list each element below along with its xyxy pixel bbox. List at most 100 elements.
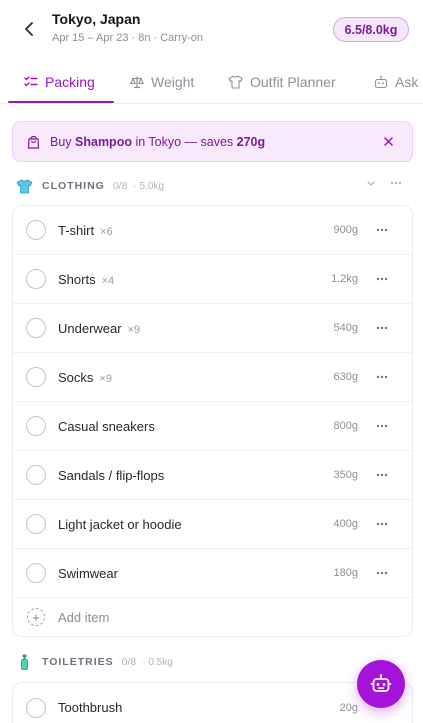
item-checkbox[interactable]	[26, 697, 46, 718]
item-name-line: Swimwear	[58, 566, 118, 581]
item-more-button[interactable]	[374, 222, 390, 238]
shopping-bag-icon	[27, 135, 40, 149]
list-item[interactable]: Casual sneakers 800g	[13, 402, 412, 451]
item-name: Toothbrush	[58, 700, 123, 715]
category-count: 0/8	[121, 656, 137, 668]
item-more-button[interactable]	[374, 516, 390, 532]
scale-icon	[130, 76, 144, 88]
more-icon	[376, 424, 388, 428]
list-item[interactable]: Swimwear 180g	[13, 549, 412, 598]
list-item[interactable]: Socks ×9 630g	[13, 353, 412, 402]
category-count: 0/8	[112, 180, 128, 192]
item-name: Sandals / flip-flops	[58, 467, 165, 483]
active-tab-indicator	[8, 101, 114, 103]
checklist-icon	[24, 75, 38, 86]
add-item-button[interactable]: + Add item	[13, 598, 412, 636]
item-checkbox[interactable]	[26, 416, 46, 436]
tab-label: Outfit Planner	[250, 73, 336, 90]
item-checkbox[interactable]	[26, 220, 46, 240]
item-checkbox[interactable]	[26, 367, 46, 387]
add-item-label: Add item	[58, 609, 110, 625]
item-name: Swimwear	[58, 565, 118, 581]
item-weight: 400g	[333, 518, 358, 530]
item-name-line: Sandals / flip-flops	[58, 468, 164, 483]
more-icon	[376, 522, 388, 526]
more-icon	[376, 571, 388, 575]
item-more-button[interactable]	[374, 565, 390, 581]
item-qty: ×4	[101, 274, 115, 287]
category-actions	[366, 178, 402, 188]
trip-title: Tokyo, Japan	[52, 11, 141, 27]
category-header-toiletries[interactable]: TOILETRIES 0/8 · 0.5kg	[16, 654, 408, 670]
item-name: Light jacket or hoodie	[58, 516, 182, 532]
item-weight: 540g	[333, 322, 358, 334]
plus-icon: +	[27, 608, 45, 626]
item-qty: ×6	[100, 225, 113, 238]
list-item[interactable]: Toothbrush 20g	[13, 683, 412, 723]
tab-bar: Packing Weight Outfit Planner Ask	[0, 60, 423, 104]
item-checkbox[interactable]	[26, 563, 46, 583]
banner-text: Buy Shampoo in Tokyo — saves 270g	[50, 135, 265, 149]
close-icon	[383, 136, 393, 146]
weight-badge[interactable]: 6.5/8.0kg	[333, 17, 409, 42]
list-item[interactable]: Light jacket or hoodie 400g	[13, 500, 412, 549]
item-weight: 350g	[333, 469, 358, 481]
tab-outfit-planner[interactable]: Outfit Planner	[228, 60, 336, 103]
item-name-line: Casual sneakers	[58, 419, 155, 434]
more-icon[interactable]	[390, 181, 402, 185]
assistant-fab-button[interactable]	[357, 660, 405, 708]
more-icon	[376, 375, 388, 379]
category-weight: · 0.5kg	[142, 656, 173, 668]
item-name: Shorts	[58, 271, 96, 287]
item-name-line: Shorts ×4	[58, 272, 114, 287]
more-icon	[376, 277, 388, 281]
item-name: Casual sneakers	[58, 418, 155, 434]
robot-icon	[374, 75, 388, 88]
list-item[interactable]: Shorts ×4 1.2kg	[13, 255, 412, 304]
dismiss-banner-button[interactable]	[380, 133, 396, 149]
item-checkbox[interactable]	[26, 318, 46, 338]
chevron-left-icon	[25, 22, 33, 36]
tab-ask[interactable]: Ask	[374, 60, 418, 103]
item-name-line: Underwear ×9	[58, 321, 140, 336]
more-icon	[376, 326, 388, 330]
item-checkbox[interactable]	[26, 269, 46, 289]
item-name: T-shirt	[58, 222, 95, 238]
banner-item: Shampoo	[75, 134, 132, 149]
tab-label: Weight	[151, 73, 195, 90]
category-name: TOILETRIES	[42, 656, 114, 668]
item-more-button[interactable]	[374, 369, 390, 385]
robot-icon	[370, 674, 392, 692]
item-checkbox[interactable]	[26, 514, 46, 534]
item-more-button[interactable]	[374, 418, 390, 434]
tab-weight[interactable]: Weight	[130, 60, 194, 103]
item-weight: 900g	[333, 224, 358, 236]
item-weight: 1.2kg	[331, 273, 358, 285]
banner-prefix: Buy	[50, 134, 76, 149]
list-item[interactable]: Sandals / flip-flops 350g	[13, 451, 412, 500]
item-qty: ×9	[127, 323, 141, 336]
shopping-tip-banner: Buy Shampoo in Tokyo — saves 270g	[12, 121, 413, 162]
chevron-down-icon[interactable]	[366, 178, 376, 188]
tab-packing[interactable]: Packing	[24, 60, 95, 103]
item-name-line: T-shirt ×6	[58, 223, 113, 238]
item-weight: 800g	[333, 420, 358, 432]
item-weight: 20g	[339, 701, 358, 714]
item-name: Socks	[58, 369, 94, 385]
shirt-icon	[228, 75, 243, 89]
item-more-button[interactable]	[374, 271, 390, 287]
banner-middle: in Tokyo — saves	[131, 134, 237, 149]
tshirt-icon	[16, 179, 33, 193]
back-button[interactable]	[18, 16, 40, 42]
category-card-toiletries: Toothbrush 20g	[12, 682, 413, 723]
item-more-button[interactable]	[374, 467, 390, 483]
item-more-button[interactable]	[374, 320, 390, 336]
item-checkbox[interactable]	[26, 465, 46, 485]
banner-savings: 270g	[236, 134, 266, 149]
more-icon	[376, 473, 388, 477]
header: Tokyo, Japan Apr 15 – Apr 23 · 8n · Carr…	[0, 0, 423, 60]
category-header-clothing[interactable]: CLOTHING 0/8 · 5.0kg	[16, 178, 408, 194]
item-weight: 630g	[333, 371, 358, 383]
list-item[interactable]: Underwear ×9 540g	[13, 304, 412, 353]
list-item[interactable]: T-shirt ×6 900g	[13, 206, 412, 255]
